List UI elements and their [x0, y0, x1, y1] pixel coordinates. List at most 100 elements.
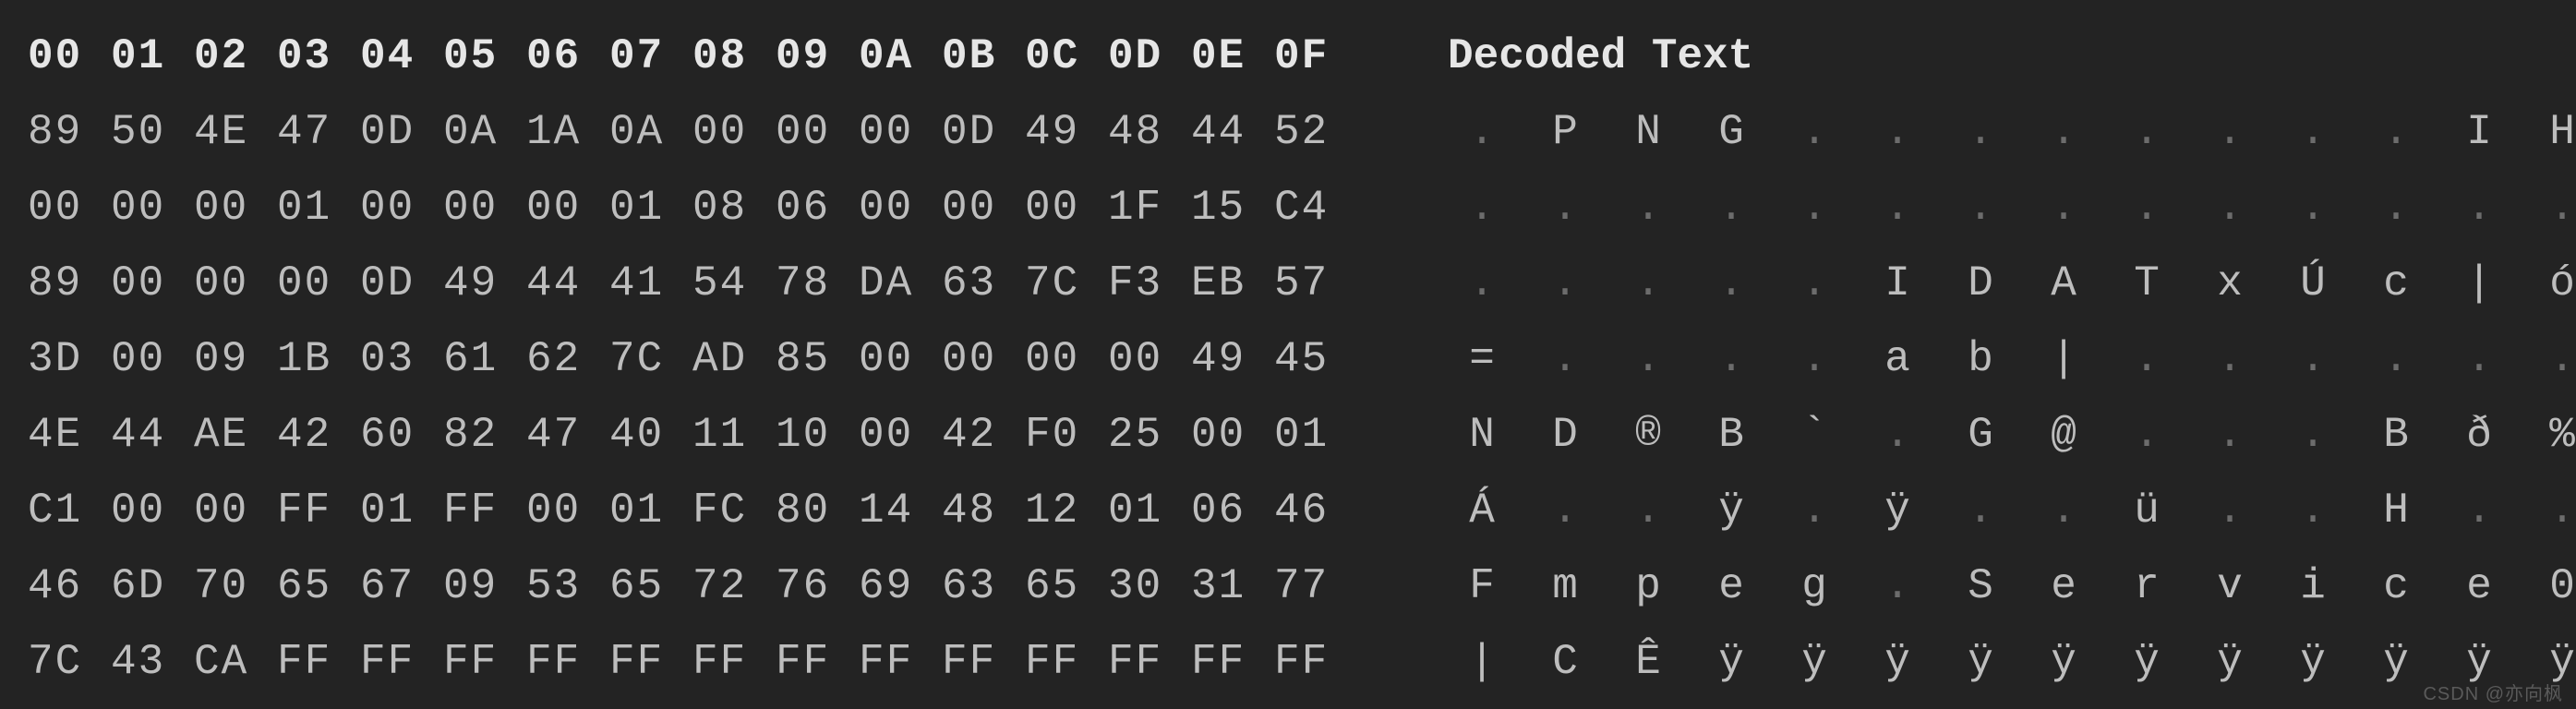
- decoded-cell: .: [1773, 111, 1856, 153]
- hex-cell: 48: [942, 489, 1025, 532]
- hex-cell: 44: [1191, 111, 1274, 153]
- decoded-cell: Á: [1440, 489, 1523, 532]
- hex-cell: FF: [1108, 641, 1191, 683]
- decoded-cell: T: [2105, 262, 2188, 305]
- decoded-cell: ÿ: [1690, 641, 1773, 683]
- hex-header-cell: 03: [277, 35, 360, 78]
- hex-cell: 31: [1191, 565, 1274, 607]
- decoded-cell: |: [2438, 262, 2521, 305]
- hex-row: 89504E470D0A1A0A0000000D49484452: [28, 111, 1357, 153]
- decoded-cell: .: [1690, 338, 1773, 380]
- hex-cell: 01: [1274, 414, 1357, 456]
- hex-cell: FF: [859, 641, 942, 683]
- hex-cell: 63: [942, 262, 1025, 305]
- decoded-cell: .: [2354, 338, 2438, 380]
- decoded-cell: .: [1856, 111, 1939, 153]
- hex-cell: 11: [692, 414, 776, 456]
- decoded-cell: .: [2271, 186, 2354, 229]
- hex-cell: C1: [28, 489, 111, 532]
- hex-header-cell: 0F: [1274, 35, 1357, 78]
- decoded-cell: S: [1939, 565, 2022, 607]
- hex-header-cell: 0C: [1025, 35, 1108, 78]
- decoded-cell: .: [1523, 489, 1607, 532]
- hex-cell: 00: [859, 414, 942, 456]
- decoded-cell: e: [1690, 565, 1773, 607]
- hex-row: 890000000D4944415478DA637CF3EB57: [28, 262, 1357, 305]
- hex-cell: 00: [111, 489, 194, 532]
- decoded-cell: ð: [2438, 414, 2521, 456]
- decoded-cell: ÿ: [1856, 641, 1939, 683]
- hex-cell: 42: [942, 414, 1025, 456]
- hex-cell: 00: [526, 186, 609, 229]
- hex-cell: C4: [1274, 186, 1357, 229]
- decoded-cell: .: [2438, 338, 2521, 380]
- decoded-cell: B: [2354, 414, 2438, 456]
- hex-cell: 00: [1191, 414, 1274, 456]
- decoded-row: |CÊÿÿÿÿÿÿÿÿÿÿÿÿÿ: [1440, 641, 2576, 683]
- decoded-cell: .: [2022, 186, 2105, 229]
- decoded-cell: .: [1607, 262, 1690, 305]
- hex-row: 466D7065670953657276696365303177: [28, 565, 1357, 607]
- watermark: CSDN @亦向枫: [2423, 685, 2563, 703]
- hex-cell: 14: [859, 489, 942, 532]
- decoded-cell: .: [1440, 111, 1523, 153]
- hex-row: 000000010000000108060000001F15C4: [28, 186, 1357, 229]
- decoded-cell: H: [2354, 489, 2438, 532]
- hex-cell: 72: [692, 565, 776, 607]
- hex-row: 3D00091B0361627CAD85000000004945: [28, 338, 1357, 380]
- decoded-cell: ®: [1607, 414, 1690, 456]
- hex-cell: 40: [609, 414, 692, 456]
- hex-cell: 4E: [28, 414, 111, 456]
- hex-cell: 00: [111, 338, 194, 380]
- decoded-cell: v: [2188, 565, 2271, 607]
- hex-cell: 89: [28, 262, 111, 305]
- hex-cell: 67: [360, 565, 443, 607]
- hex-cell: 77: [1274, 565, 1357, 607]
- hex-cell: 01: [609, 186, 692, 229]
- hex-cell: 61: [443, 338, 526, 380]
- hex-header-cell: 08: [692, 35, 776, 78]
- hex-cell: FC: [692, 489, 776, 532]
- decoded-cell: .: [1690, 262, 1773, 305]
- decoded-cell: c: [2354, 262, 2438, 305]
- decoded-cell: .: [2271, 338, 2354, 380]
- hex-cell: 0D: [360, 111, 443, 153]
- hex-cell: 70: [194, 565, 277, 607]
- hex-header-cell: 04: [360, 35, 443, 78]
- hex-header-cell: 07: [609, 35, 692, 78]
- hex-cell: 06: [776, 186, 859, 229]
- decoded-cell: .: [2105, 414, 2188, 456]
- decoded-cell: b: [1939, 338, 2022, 380]
- decoded-cell: ÿ: [2438, 641, 2521, 683]
- hex-header-cell: 05: [443, 35, 526, 78]
- decoded-cell: .: [2438, 489, 2521, 532]
- decoded-cell: ÿ: [2521, 641, 2576, 683]
- decoded-cell: G: [1939, 414, 2022, 456]
- hex-cell: 1A: [526, 111, 609, 153]
- decoded-cell: .: [2521, 338, 2576, 380]
- hex-cell: FF: [942, 641, 1025, 683]
- decoded-cell: .: [1523, 262, 1607, 305]
- decoded-cell: .: [2271, 111, 2354, 153]
- decoded-cell: @: [2022, 414, 2105, 456]
- hex-cell: 52: [1274, 111, 1357, 153]
- hex-cell: 00: [277, 262, 360, 305]
- hex-viewer: 000102030405060708090A0B0C0D0E0F89504E47…: [0, 0, 2576, 700]
- hex-cell: 00: [859, 338, 942, 380]
- decoded-cell: |: [1440, 641, 1523, 683]
- hex-cell: 78: [776, 262, 859, 305]
- hex-header-cell: 0B: [942, 35, 1025, 78]
- hex-cell: 60: [360, 414, 443, 456]
- hex-cell: 62: [526, 338, 609, 380]
- hex-cell: 08: [692, 186, 776, 229]
- decoded-cell: p: [1607, 565, 1690, 607]
- decoded-cell: F: [1440, 565, 1523, 607]
- hex-cell: 65: [609, 565, 692, 607]
- hex-cell: 57: [1274, 262, 1357, 305]
- hex-cell: 06: [1191, 489, 1274, 532]
- hex-cell: 01: [609, 489, 692, 532]
- decoded-cell: ó: [2521, 262, 2576, 305]
- decoded-row: ND®B`.G@...Bð%..: [1440, 414, 2576, 456]
- decoded-cell: ÿ: [2022, 641, 2105, 683]
- hex-cell: 00: [111, 186, 194, 229]
